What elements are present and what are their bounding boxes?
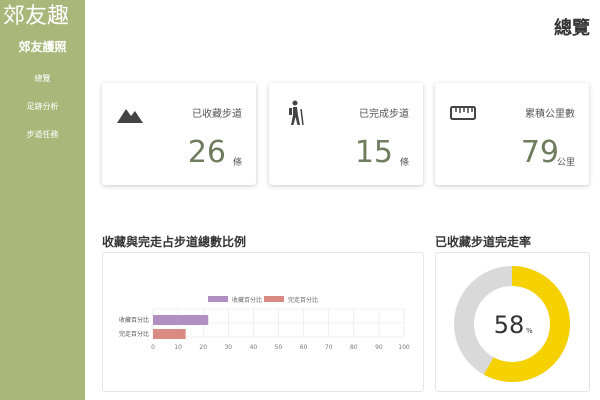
ruler-icon (450, 106, 476, 120)
bar-chart: 收藏百分比 完走百分比0 10 20 30 40 50 60 70 80 90 100收藏百分比完走百… (119, 296, 410, 351)
y-category-label: 收藏百分比 (119, 316, 149, 324)
x-tick-label: 0 (151, 344, 155, 351)
stat-value: 79 (520, 135, 559, 170)
x-tick-label: 90 (375, 344, 383, 351)
x-tick-label: 30 (224, 344, 232, 351)
legend-swatch (264, 296, 284, 302)
bar-chart-panel: 收藏百分比 完走百分比 0 10 20 30 40 50 60 70 80 90 100 收藏百分比 完走百… (102, 252, 424, 392)
legend-label: 收藏百分比 (232, 296, 262, 304)
page-title: 總覽 (554, 18, 590, 39)
mountain-icon (117, 109, 143, 123)
donut-chart-panel: 58% (435, 252, 590, 392)
stat-card-collected: 已收藏步道 26 條 (102, 83, 256, 185)
x-tick-label: 40 (250, 344, 258, 351)
donut-chart: 58% (454, 266, 570, 382)
stat-label: 已完成步道 (359, 109, 409, 120)
x-tick-label: 10 (174, 344, 182, 351)
stat-unit: 公里 (556, 158, 575, 168)
app-title[interactable]: 郊友趣 (0, 2, 88, 32)
sidebar-item-footprint[interactable]: 足跡分析 (0, 100, 85, 128)
stat-card-distance: 累積公里數 79 公里 (435, 83, 589, 185)
legend-label: 完走百分比 (288, 296, 318, 304)
stat-unit: 條 (232, 158, 242, 168)
x-tick-label: 100 (398, 344, 410, 351)
stat-label: 已收藏步道 (192, 109, 242, 120)
hiker-icon (289, 100, 304, 126)
x-tick-label: 60 (300, 344, 308, 351)
stat-label: 累積公里數 (525, 109, 575, 120)
x-tick-label: 70 (325, 344, 333, 351)
passport-heading: 郊友護照 (18, 40, 67, 54)
stat-card-completed: 已完成步道 15 條 (269, 83, 423, 185)
bar (153, 329, 186, 339)
sidebar-item-overview[interactable]: 總覽 (0, 72, 85, 100)
donut-value: 58 (494, 311, 525, 339)
sidebar-item-missions[interactable]: 步道任務 (0, 128, 85, 156)
x-tick-label: 20 (199, 344, 207, 351)
legend-swatch (208, 296, 228, 302)
x-tick-label: 50 (275, 344, 283, 351)
bar (153, 315, 209, 325)
bar-chart-title: 收藏與完走占步道總數比例 (102, 235, 247, 249)
stat-unit: 條 (399, 158, 409, 168)
stat-value: 26 (187, 135, 226, 170)
donut-unit: % (526, 327, 533, 335)
x-tick-label: 80 (350, 344, 358, 351)
sidebar: 郊友趣 郊友護照 總覽 足跡分析 步道任務 (0, 0, 85, 400)
sidebar-nav: 總覽 足跡分析 步道任務 (0, 72, 85, 156)
y-category-label: 完走百分比 (119, 330, 149, 338)
donut-chart-title: 已收藏步道完走率 (435, 235, 532, 249)
stat-value: 15 (354, 135, 393, 170)
